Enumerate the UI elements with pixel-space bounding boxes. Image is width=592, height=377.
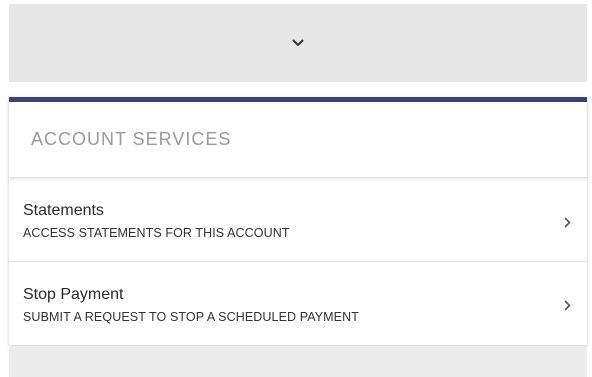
statements-item[interactable]: Statements ACCESS STATEMENTS FOR THIS AC…: [9, 178, 587, 261]
statements-title: Statements: [23, 202, 104, 219]
account-services-header: ACCOUNT SERVICES: [9, 102, 587, 178]
chevron-down-icon: [292, 39, 304, 47]
chevron-right-icon: [564, 215, 571, 227]
chevron-right-icon: [564, 298, 571, 311]
page: ACCOUNT SERVICES Statements ACCESS STATE…: [0, 0, 592, 377]
expand-toggle-button[interactable]: [9, 4, 587, 82]
stop-payment-description: SUBMIT A REQUEST TO STOP A SCHEDULED PAY…: [23, 310, 359, 324]
next-panel-edge: [9, 346, 587, 377]
statements-description: ACCESS STATEMENTS FOR THIS ACCOUNT: [23, 226, 290, 240]
stop-payment-item[interactable]: Stop Payment SUBMIT A REQUEST TO STOP A …: [9, 261, 587, 344]
account-services-panel: ACCOUNT SERVICES Statements ACCESS STATE…: [9, 97, 587, 345]
account-services-title: ACCOUNT SERVICES: [31, 129, 232, 149]
stop-payment-title: Stop Payment: [23, 286, 124, 303]
